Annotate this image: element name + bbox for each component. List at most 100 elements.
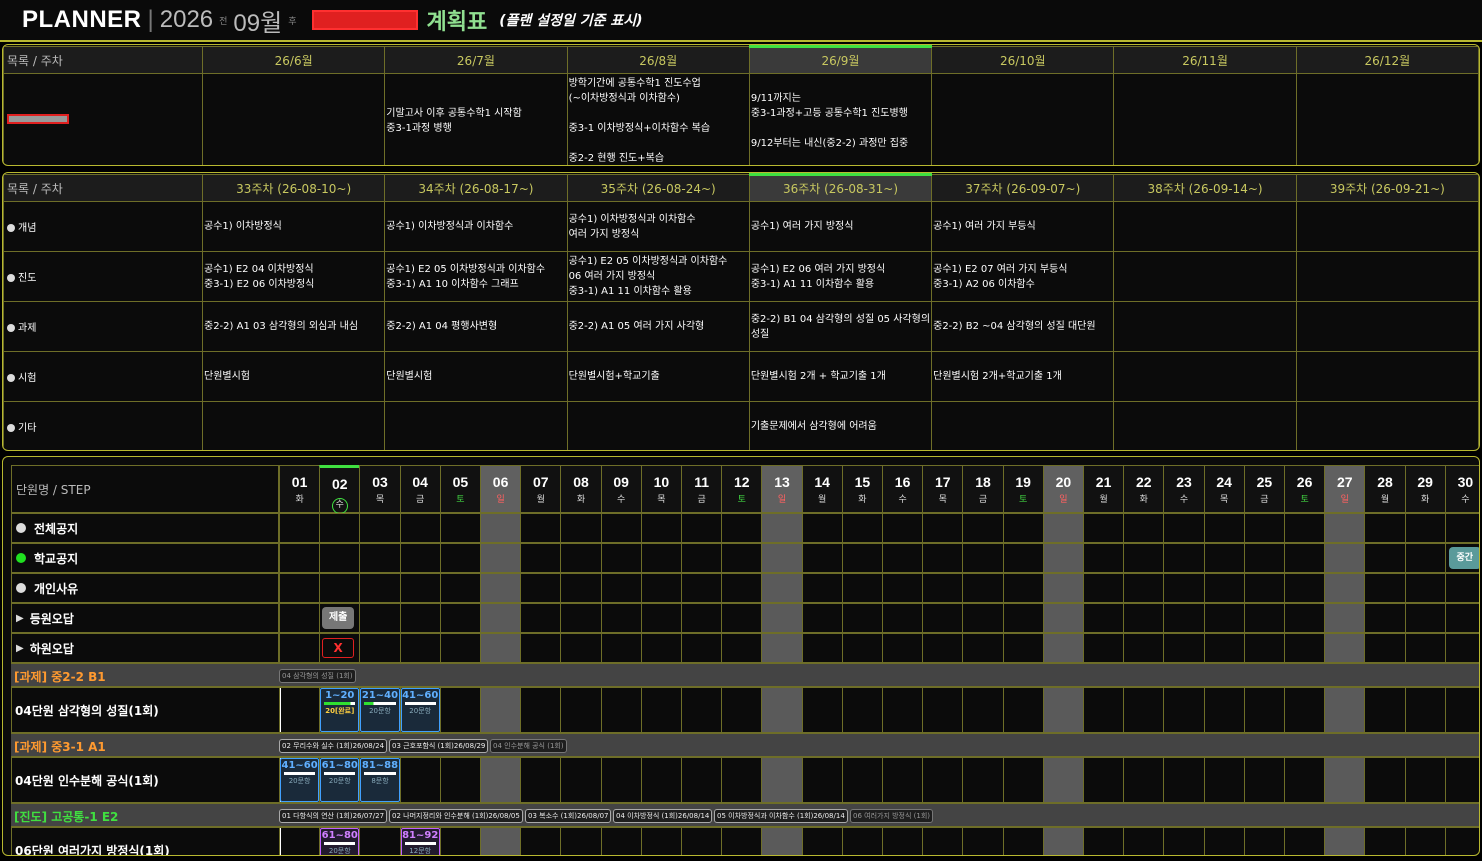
- calendar-cell[interactable]: [1404, 513, 1446, 543]
- calendar-cell[interactable]: [721, 757, 763, 803]
- week-plan-cell[interactable]: 중2-2) A1 04 평행사변형: [384, 301, 568, 352]
- calendar-cell[interactable]: [520, 757, 562, 803]
- calendar-cell[interactable]: [439, 543, 481, 573]
- day-header[interactable]: 12 토: [721, 465, 763, 513]
- calendar-cell[interactable]: [1284, 827, 1326, 855]
- calendar-cell[interactable]: [560, 687, 602, 733]
- day-header[interactable]: 18 금: [962, 465, 1004, 513]
- day-header[interactable]: 16 수: [882, 465, 924, 513]
- calendar-cell[interactable]: [1123, 603, 1165, 633]
- calendar-cell[interactable]: [962, 573, 1004, 603]
- calendar-cell[interactable]: [1364, 827, 1406, 855]
- calendar-cell[interactable]: [801, 757, 843, 803]
- calendar-cell[interactable]: [1284, 513, 1326, 543]
- calendar-cell[interactable]: [600, 827, 642, 855]
- week-plan-cell[interactable]: 중2-2) A1 03 삼각형의 외심과 내심: [201, 301, 386, 352]
- calendar-cell[interactable]: [1364, 603, 1406, 633]
- calendar-cell[interactable]: [1123, 573, 1165, 603]
- month-plan-cell[interactable]: 기말고사 이후 공통수학1 시작함 중3-1과정 병행: [384, 73, 568, 165]
- calendar-cell[interactable]: [882, 827, 924, 855]
- calendar-cell[interactable]: [1123, 687, 1165, 733]
- calendar-cell[interactable]: [1404, 687, 1446, 733]
- calendar-cell[interactable]: [962, 633, 1004, 663]
- day-header[interactable]: 23 수: [1163, 465, 1205, 513]
- calendar-cell[interactable]: [399, 757, 441, 803]
- week-plan-cell[interactable]: 공수1) E2 07 여러 가지 부등식 중3-1) A2 06 이차함수: [931, 251, 1115, 302]
- expand-arrow-icon[interactable]: ▶: [16, 613, 24, 624]
- day-header[interactable]: 27 일: [1324, 465, 1366, 513]
- week-plan-cell[interactable]: 단원별시험 2개 + 학교기출 1개: [748, 351, 933, 402]
- day-header[interactable]: 05 토: [439, 465, 481, 513]
- day-header[interactable]: 02 수: [319, 465, 361, 514]
- review-row-label[interactable]: ▶ 하원오답: [11, 633, 279, 663]
- week-plan-cell[interactable]: 중2-2) B2 ~04 삼각형의 성질 대단원: [931, 301, 1115, 352]
- calendar-cell[interactable]: [841, 633, 883, 663]
- week-plan-cell[interactable]: [1113, 401, 1297, 450]
- calendar-cell[interactable]: [962, 603, 1004, 633]
- month-plan-cell[interactable]: [201, 73, 386, 165]
- month-plan-cell[interactable]: 9/11까지는 중3-1과정+고등 공통수학1 진도병행 9/12부터는 내신(…: [748, 73, 933, 165]
- day-header[interactable]: 10 목: [640, 465, 682, 513]
- calendar-cell[interactable]: [761, 513, 803, 543]
- calendar-cell[interactable]: [761, 573, 803, 603]
- week-plan-cell[interactable]: [384, 401, 568, 450]
- calendar-cell[interactable]: [480, 757, 522, 803]
- calendar-cell[interactable]: [841, 603, 883, 633]
- month-header[interactable]: 26/10월: [931, 46, 1115, 74]
- week-plan-cell[interactable]: 공수1) E2 04 이차방정식 중3-1) E2 06 이차방정식: [201, 251, 386, 302]
- calendar-cell[interactable]: [1042, 633, 1084, 663]
- calendar-cell[interactable]: [721, 513, 763, 543]
- calendar-cell[interactable]: [1444, 687, 1479, 733]
- calendar-cell[interactable]: [962, 827, 1004, 855]
- calendar-cell[interactable]: [439, 513, 481, 543]
- calendar-cell[interactable]: [560, 543, 602, 573]
- calendar-cell[interactable]: [560, 573, 602, 603]
- calendar-cell[interactable]: [922, 543, 964, 573]
- week-header[interactable]: 37주차 (26-09-07~): [931, 174, 1115, 202]
- calendar-cell[interactable]: [1203, 513, 1245, 543]
- calendar-cell[interactable]: [640, 513, 682, 543]
- calendar-cell[interactable]: [359, 633, 401, 663]
- calendar-cell[interactable]: [600, 513, 642, 543]
- calendar-cell[interactable]: [319, 513, 361, 543]
- calendar-cell[interactable]: [962, 757, 1004, 803]
- calendar-cell[interactable]: [1444, 513, 1479, 543]
- month-plan-cell[interactable]: [1113, 73, 1297, 165]
- week-plan-cell[interactable]: 기출문제에서 삼각형에 어려움: [748, 401, 933, 450]
- calendar-cell[interactable]: [1444, 573, 1479, 603]
- calendar-cell[interactable]: [1404, 633, 1446, 663]
- calendar-cell[interactable]: [560, 757, 602, 803]
- calendar-cell[interactable]: [1243, 543, 1285, 573]
- day-header[interactable]: 03 목: [359, 465, 401, 513]
- calendar-cell[interactable]: [1324, 513, 1366, 543]
- week-header[interactable]: 34주차 (26-08-17~): [384, 174, 568, 202]
- calendar-cell[interactable]: [1163, 827, 1205, 855]
- calendar-cell[interactable]: [1444, 827, 1479, 855]
- calendar-cell[interactable]: [1243, 573, 1285, 603]
- calendar-cell[interactable]: [681, 827, 723, 855]
- calendar-cell[interactable]: [721, 543, 763, 573]
- review-row-label[interactable]: ▶ 등원오답: [11, 603, 279, 633]
- unit-chip[interactable]: 04 이차방정식 (1회)26/08/14: [613, 809, 713, 823]
- week-plan-cell[interactable]: 단원별시험: [384, 351, 568, 402]
- calendar-cell[interactable]: [399, 603, 441, 633]
- calendar-cell[interactable]: [1083, 543, 1125, 573]
- unit-chip[interactable]: 04 인수분해 공식 (1회): [490, 739, 567, 753]
- calendar-cell[interactable]: [1404, 603, 1446, 633]
- calendar-cell[interactable]: [681, 513, 723, 543]
- calendar-cell[interactable]: [1083, 603, 1125, 633]
- calendar-cell[interactable]: [841, 513, 883, 543]
- calendar-cell[interactable]: [1163, 757, 1205, 803]
- calendar-cell[interactable]: [882, 513, 924, 543]
- calendar-cell[interactable]: [1284, 757, 1326, 803]
- day-header[interactable]: 14 월: [801, 465, 843, 513]
- calendar-cell[interactable]: [1083, 513, 1125, 543]
- calendar-cell[interactable]: [1404, 827, 1446, 855]
- calendar-cell[interactable]: [600, 633, 642, 663]
- calendar-cell[interactable]: [1083, 827, 1125, 855]
- calendar-cell[interactable]: [721, 603, 763, 633]
- day-header[interactable]: 22 화: [1123, 465, 1165, 513]
- calendar-cell[interactable]: [439, 633, 481, 663]
- week-plan-cell[interactable]: [931, 401, 1115, 450]
- calendar-cell[interactable]: [1002, 543, 1044, 573]
